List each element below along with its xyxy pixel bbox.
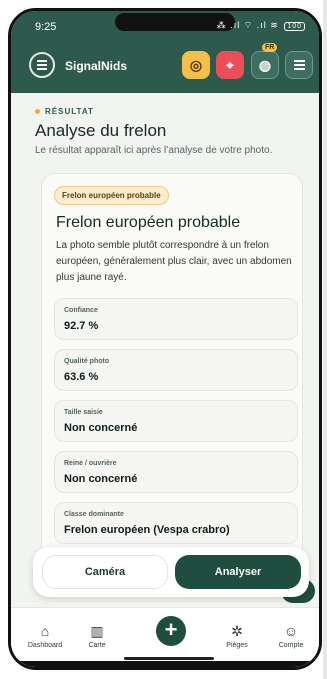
status-time: 9:25 [35, 21, 57, 33]
menu-button[interactable] [285, 51, 313, 79]
target-icon: ◎ [189, 56, 203, 73]
phone-frame: 9:25 ⁂ .ıl ⌔ .ıl ≋ 100 SignalNids ◎ ⌖ ◍ … [8, 8, 322, 670]
app-title: SignalNids [65, 59, 128, 73]
battery-icon: 100 [284, 22, 305, 31]
metric-photo-quality: Qualité photo 63.6 % [54, 349, 298, 391]
account-icon: ☺ [283, 623, 299, 639]
signal-wifi-icons: ⁂ .ıl ⌔ .ıl ≋ [216, 20, 279, 30]
metric-value: Non concerné [64, 473, 138, 485]
nav-label: Pièges [226, 642, 248, 649]
metric-caste: Reine / ouvrière Non concerné [54, 451, 298, 493]
result-card: Frelon européen probable Frelon européen… [41, 173, 303, 593]
action-bar: Caméra Analyser [33, 547, 309, 597]
nav-label: Compte [278, 642, 304, 649]
section-eyebrow: RÉSULTAT [35, 107, 94, 116]
side-shadow [323, 0, 327, 679]
nav-label: Carte [88, 642, 106, 649]
metric-value: Frelon européen (Vespa crabro) [64, 524, 230, 536]
pin-plus-icon: ⌖ [226, 56, 234, 73]
metric-size: Taille saisie Non concerné [54, 400, 298, 442]
result-pill: Frelon européen probable [54, 186, 169, 205]
list-icon [37, 64, 47, 66]
nav-dashboard[interactable]: ⌂ Dashboard [17, 622, 73, 649]
metric-dominant-class: Classe dominante Frelon européen (Vespa … [54, 502, 298, 544]
nav-account[interactable]: ☺ Compte [263, 622, 319, 649]
metric-label: Qualité photo [64, 358, 110, 365]
metric-value: 63.6 % [64, 371, 99, 383]
language-badge: FR [262, 43, 278, 52]
device-bottom-bar [11, 661, 319, 667]
top-bar: 9:25 ⁂ .ıl ⌔ .ıl ≋ 100 SignalNids ◎ ⌖ ◍ … [11, 11, 319, 93]
eyebrow-dot [35, 109, 40, 115]
metric-label: Taille saisie [64, 409, 103, 416]
nav-label: Dashboard [27, 642, 63, 649]
bug-icon: ✲ [231, 623, 243, 639]
nav-map[interactable]: ▥ Carte [69, 622, 125, 649]
nav-traps[interactable]: ✲ Pièges [209, 622, 265, 649]
analyse-button[interactable]: Analyser [175, 555, 301, 589]
status-icons: ⁂ .ıl ⌔ .ıl ≋ 100 [217, 20, 305, 31]
metric-label: Reine / ouvrière [64, 460, 117, 467]
language-button[interactable]: ◍ [251, 51, 279, 79]
app-header: SignalNids ◎ ⌖ ◍ FR [11, 43, 319, 87]
metric-value: Non concerné [64, 422, 138, 434]
result-title: Frelon européen probable [56, 214, 241, 231]
page-title: Analyse du frelon [35, 121, 167, 140]
metric-label: Classe dominante [64, 511, 124, 518]
globe-icon: ◍ [258, 56, 272, 73]
result-description: La photo semble plutôt correspondre à un… [56, 240, 292, 283]
metric-confidence: Confiance 92.7 % [54, 298, 298, 340]
camera-button[interactable]: Caméra [42, 555, 168, 589]
eyebrow-label: RÉSULTAT [45, 107, 94, 116]
main-content: RÉSULTAT Analyse du frelon Le résultat a… [11, 93, 319, 593]
metric-value: 92.7 % [64, 320, 99, 332]
plus-icon: + [164, 617, 178, 642]
status-bar: 9:25 ⁂ .ıl ⌔ .ıl ≋ 100 [11, 11, 319, 41]
home-icon: ⌂ [40, 623, 50, 639]
page-subtitle: Le résultat apparaît ici après l’analyse… [35, 145, 273, 156]
drawer-menu-button[interactable] [29, 52, 55, 78]
metric-label: Confiance [64, 307, 98, 314]
map-icon: ▥ [90, 623, 104, 639]
add-report-button[interactable]: + [156, 616, 186, 646]
target-button[interactable]: ◎ [182, 51, 210, 79]
menu-icon [293, 64, 305, 66]
home-indicator [124, 657, 214, 660]
add-location-button[interactable]: ⌖ [216, 51, 244, 79]
